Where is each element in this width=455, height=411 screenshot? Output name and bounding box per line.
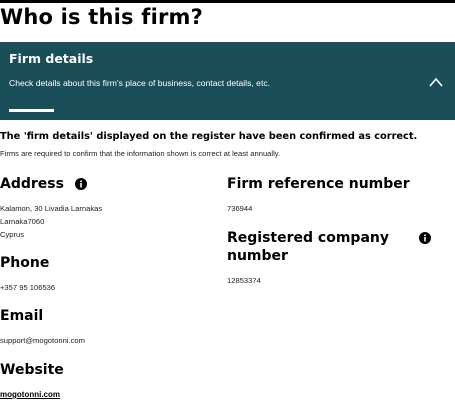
phone-label: Phone [0, 255, 50, 271]
registered-company-value: 12853374 [227, 276, 261, 285]
chevron-up-icon[interactable] [429, 76, 443, 90]
address-label: Address [0, 176, 64, 192]
info-icon[interactable] [75, 178, 87, 190]
panel-description: Check details about this firm's place of… [9, 78, 271, 88]
confirmation-subtext: Firms are required to confirm that the i… [0, 149, 281, 158]
website-label: Website [0, 362, 64, 378]
panel-title: Firm details [9, 51, 94, 66]
registered-company-label-line2: number [227, 248, 288, 264]
address-line-2: Larnaka7060 [0, 217, 45, 226]
firm-reference-value: 736944 [227, 204, 253, 213]
firm-details-panel[interactable]: Firm details Check details about this fi… [0, 42, 455, 120]
registered-company-label-line1: Registered company [227, 230, 389, 246]
email-label: Email [0, 308, 44, 324]
email-value: support@mogotonni.com [0, 336, 85, 345]
panel-underline [9, 109, 54, 112]
firm-reference-label: Firm reference number [227, 176, 410, 192]
top-rule [0, 0, 455, 3]
address-line-1: Kalamon, 30 Livadia Larnakas [0, 204, 103, 213]
confirmation-heading: The 'firm details' displayed on the regi… [0, 131, 418, 142]
phone-value: +357 95 106536 [0, 283, 56, 292]
website-link[interactable]: mogotonni.com [0, 389, 60, 402]
page-title: Who is this firm? [0, 5, 204, 29]
address-line-3: Cyprus [0, 230, 25, 239]
info-icon[interactable] [419, 232, 431, 244]
